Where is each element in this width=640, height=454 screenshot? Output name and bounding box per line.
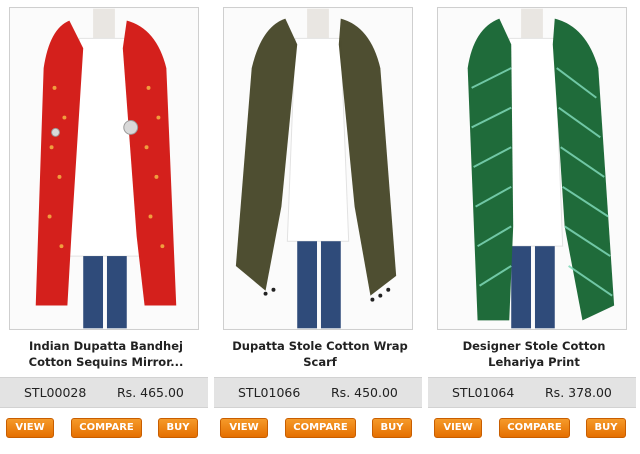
view-button[interactable]: VIEW xyxy=(434,418,482,438)
product-title-line2: Lehariya Print xyxy=(488,355,580,369)
product-grid: Indian Dupatta Bandhej Cotton Sequins Mi… xyxy=(0,0,640,454)
product-price: Rs. 465.00 xyxy=(117,385,184,400)
product-card: Dupatta Stole Cotton Wrap Scarf STL01066… xyxy=(214,0,426,454)
product-title-line1: Dupatta Stole Cotton Wrap xyxy=(232,339,408,353)
view-button[interactable]: VIEW xyxy=(220,418,268,438)
product-sku: STL01064 xyxy=(452,385,515,400)
buy-button[interactable]: BUY xyxy=(158,418,198,438)
price-bar: STL01066 Rs. 450.00 xyxy=(214,377,422,408)
action-buttons: VIEW COMPARE BUY xyxy=(428,418,640,440)
product-card: Designer Stole Cotton Lehariya Print STL… xyxy=(428,0,640,454)
product-sku: STL00028 xyxy=(24,385,87,400)
product-title-line1: Designer Stole Cotton xyxy=(462,339,606,353)
compare-button[interactable]: COMPARE xyxy=(285,418,356,438)
red-bandhej-dupatta-image[interactable] xyxy=(9,7,199,330)
buy-button[interactable]: BUY xyxy=(586,418,626,438)
product-sku: STL01066 xyxy=(238,385,301,400)
action-buttons: VIEW COMPARE BUY xyxy=(0,418,212,440)
action-buttons: VIEW COMPARE BUY xyxy=(214,418,426,440)
product-price: Rs. 450.00 xyxy=(331,385,398,400)
product-title[interactable]: Designer Stole Cotton Lehariya Print xyxy=(432,338,636,372)
product-card: Indian Dupatta Bandhej Cotton Sequins Mi… xyxy=(0,0,212,454)
product-title[interactable]: Dupatta Stole Cotton Wrap Scarf xyxy=(218,338,422,372)
compare-button[interactable]: COMPARE xyxy=(71,418,142,438)
product-title-line2: Cotton Sequins Mirror... xyxy=(28,355,184,369)
product-title[interactable]: Indian Dupatta Bandhej Cotton Sequins Mi… xyxy=(4,338,208,372)
view-button[interactable]: VIEW xyxy=(6,418,54,438)
product-title-line1: Indian Dupatta Bandhej xyxy=(29,339,183,353)
product-price: Rs. 378.00 xyxy=(545,385,612,400)
green-lehariya-stole-image[interactable] xyxy=(437,7,627,330)
buy-button[interactable]: BUY xyxy=(372,418,412,438)
price-bar: STL00028 Rs. 465.00 xyxy=(0,377,208,408)
price-bar: STL01064 Rs. 378.00 xyxy=(428,377,636,408)
compare-button[interactable]: COMPARE xyxy=(499,418,570,438)
olive-cotton-stole-image[interactable] xyxy=(223,7,413,330)
product-title-line2: Scarf xyxy=(303,355,337,369)
